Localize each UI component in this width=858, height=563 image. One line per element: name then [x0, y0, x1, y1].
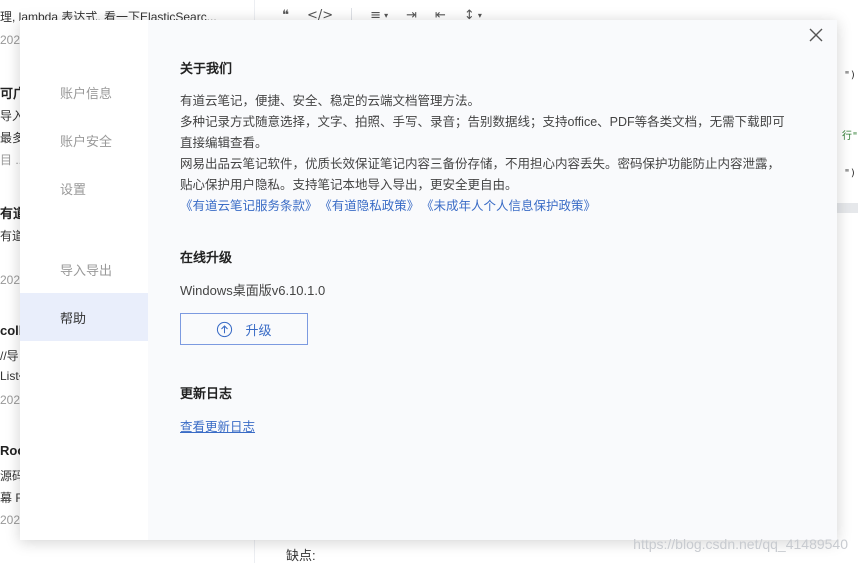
version-text: Windows桌面版v6.10.1.0 [180, 283, 326, 298]
sidebar-item-account-info[interactable]: 账户信息 [20, 68, 148, 116]
about-line: 有道云笔记，便捷、安全、稳定的云端文档管理方法。 [180, 94, 481, 108]
minor-privacy-link[interactable]: 《未成年人个人信息保护政策》 [427, 199, 596, 213]
close-icon [809, 28, 823, 42]
changelog-title: 更新日志 [180, 386, 233, 401]
arrow-up-circle-icon [217, 321, 233, 337]
sidebar-item-account-security[interactable]: 账户安全 [20, 116, 148, 164]
about-title: 关于我们 [180, 61, 233, 76]
sidebar-item-label: 设置 [60, 181, 87, 197]
watermark: https://blog.csdn.net/qq_41489540 [633, 536, 848, 552]
terms-link[interactable]: 《有道云笔记服务条款》 [180, 199, 318, 213]
upgrade-title: 在线升级 [180, 250, 233, 265]
changelog-link[interactable]: 查看更新日志 [180, 416, 837, 435]
sidebar-item-label: 账户安全 [60, 133, 113, 149]
sidebar-item-label: 账户信息 [60, 85, 113, 101]
help-panel: 关于我们 有道云笔记，便捷、安全、稳定的云端文档管理方法。 多种记录方式随意选择… [148, 20, 837, 540]
about-line: 多种记录方式随意选择，文字、拍照、手写、录音；告别数据线；支持office、PD… [180, 115, 785, 150]
modal-sidebar: 账户信息 账户安全 设置 导入导出 帮助 [20, 20, 148, 540]
policy-links: 《有道云笔记服务条款》 《有道隐私政策》 《未成年人个人信息保护政策》 [180, 196, 837, 217]
settings-modal: 账户信息 账户安全 设置 导入导出 帮助 关于我们 有道云笔记，便捷、安全、稳定… [20, 20, 837, 540]
sidebar-item-label: 导入导出 [60, 262, 113, 278]
about-line: 网易出品云笔记软件，优质长效保证笔记内容三备份存储，不用担心内容丢失。密码保护功… [180, 157, 781, 192]
sidebar-item-help[interactable]: 帮助 [20, 293, 148, 341]
upgrade-button-label: 升级 [245, 322, 272, 338]
sidebar-item-label: 帮助 [60, 310, 87, 326]
close-button[interactable] [807, 26, 825, 44]
upgrade-button[interactable]: 升级 [180, 313, 308, 345]
sidebar-item-import-export[interactable]: 导入导出 [20, 245, 148, 293]
sidebar-item-settings[interactable]: 设置 [20, 164, 148, 212]
privacy-link[interactable]: 《有道隐私政策》 [326, 199, 420, 213]
